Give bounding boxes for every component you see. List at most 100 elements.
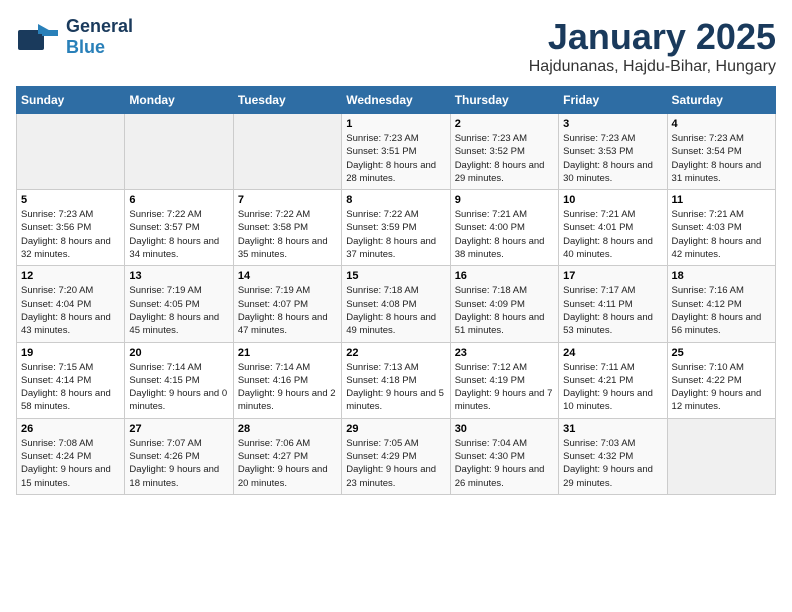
day-number: 24 (563, 347, 662, 359)
day-info: Sunrise: 7:05 AMSunset: 4:29 PMDaylight:… (346, 437, 445, 490)
day-info: Sunrise: 7:16 AMSunset: 4:12 PMDaylight:… (672, 284, 771, 337)
calendar-title-area: January 2025 Hajdunanas, Hajdu-Bihar, Hu… (529, 16, 776, 76)
day-info: Sunrise: 7:11 AMSunset: 4:21 PMDaylight:… (563, 361, 662, 414)
day-info: Sunrise: 7:23 AMSunset: 3:53 PMDaylight:… (563, 132, 662, 185)
calendar-cell: 14 Sunrise: 7:19 AMSunset: 4:07 PMDayligh… (233, 266, 341, 342)
calendar-cell: 10 Sunrise: 7:21 AMSunset: 4:01 PMDayligh… (559, 190, 667, 266)
day-of-week-header: Wednesday (342, 87, 450, 114)
day-number: 26 (21, 423, 120, 435)
day-info: Sunrise: 7:03 AMSunset: 4:32 PMDaylight:… (563, 437, 662, 490)
day-number: 7 (238, 194, 337, 206)
calendar-cell: 29 Sunrise: 7:05 AMSunset: 4:29 PMDayligh… (342, 418, 450, 494)
calendar-subtitle: Hajdunanas, Hajdu-Bihar, Hungary (529, 58, 776, 76)
day-number: 9 (455, 194, 554, 206)
calendar-cell: 11Sunrise: 7:21 AMSunset: 4:03 PMDayligh… (667, 190, 775, 266)
calendar-cell: 9 Sunrise: 7:21 AMSunset: 4:00 PMDaylight… (450, 190, 558, 266)
calendar-cell: 1Sunrise: 7:23 AMSunset: 3:51 PMDaylight… (342, 114, 450, 190)
calendar-cell: 30 Sunrise: 7:04 AMSunset: 4:30 PMDayligh… (450, 418, 558, 494)
day-info: Sunrise: 7:07 AMSunset: 4:26 PMDaylight:… (129, 437, 228, 490)
day-info: Sunrise: 7:12 AMSunset: 4:19 PMDaylight:… (455, 361, 554, 414)
day-number: 4 (672, 118, 771, 130)
day-number: 1 (346, 118, 445, 130)
calendar-cell (667, 418, 775, 494)
calendar-cell: 25 Sunrise: 7:10 AMSunset: 4:22 PMDayligh… (667, 342, 775, 418)
calendar-week-row: 1Sunrise: 7:23 AMSunset: 3:51 PMDaylight… (17, 114, 776, 190)
day-info: Sunrise: 7:06 AMSunset: 4:27 PMDaylight:… (238, 437, 337, 490)
calendar-cell: 6Sunrise: 7:22 AMSunset: 3:57 PMDaylight… (125, 190, 233, 266)
calendar-cell: 5Sunrise: 7:23 AMSunset: 3:56 PMDaylight… (17, 190, 125, 266)
day-number: 21 (238, 347, 337, 359)
day-number: 17 (563, 270, 662, 282)
day-number: 2 (455, 118, 554, 130)
day-number: 14 (238, 270, 337, 282)
day-info: Sunrise: 7:13 AMSunset: 4:18 PMDaylight:… (346, 361, 445, 414)
day-number: 12 (21, 270, 120, 282)
calendar-cell: 26 Sunrise: 7:08 AMSunset: 4:24 PMDayligh… (17, 418, 125, 494)
day-of-week-header: Friday (559, 87, 667, 114)
day-number: 11 (672, 194, 771, 206)
calendar-week-row: 19Sunrise: 7:15 AMSunset: 4:14 PMDayligh… (17, 342, 776, 418)
calendar-cell: 18 Sunrise: 7:16 AMSunset: 4:12 PMDayligh… (667, 266, 775, 342)
day-info: Sunrise: 7:20 AMSunset: 4:04 PMDaylight:… (21, 284, 120, 337)
calendar-cell (233, 114, 341, 190)
day-info: Sunrise: 7:19 AMSunset: 4:05 PMDaylight:… (129, 284, 228, 337)
day-number: 3 (563, 118, 662, 130)
day-number: 16 (455, 270, 554, 282)
calendar-cell: 3 Sunrise: 7:23 AMSunset: 3:53 PMDaylight… (559, 114, 667, 190)
calendar-cell: 27Sunrise: 7:07 AMSunset: 4:26 PMDayligh… (125, 418, 233, 494)
day-of-week-header: Tuesday (233, 87, 341, 114)
day-info: Sunrise: 7:18 AMSunset: 4:08 PMDaylight:… (346, 284, 445, 337)
calendar-cell: 12 Sunrise: 7:20 AMSunset: 4:04 PMDayligh… (17, 266, 125, 342)
day-info: Sunrise: 7:21 AMSunset: 4:01 PMDaylight:… (563, 208, 662, 261)
day-info: Sunrise: 7:10 AMSunset: 4:22 PMDaylight:… (672, 361, 771, 414)
logo-icon (16, 22, 60, 52)
day-of-week-header: Sunday (17, 87, 125, 114)
day-info: Sunrise: 7:21 AMSunset: 4:00 PMDaylight:… (455, 208, 554, 261)
day-info: Sunrise: 7:23 AMSunset: 3:56 PMDaylight:… (21, 208, 120, 261)
day-number: 29 (346, 423, 445, 435)
logo-blue: Blue (66, 37, 105, 57)
day-number: 25 (672, 347, 771, 359)
day-info: Sunrise: 7:19 AMSunset: 4:07 PMDaylight:… (238, 284, 337, 337)
day-info: Sunrise: 7:14 AMSunset: 4:15 PMDaylight:… (129, 361, 228, 414)
day-info: Sunrise: 7:14 AMSunset: 4:16 PMDaylight:… (238, 361, 337, 414)
day-info: Sunrise: 7:22 AMSunset: 3:59 PMDaylight:… (346, 208, 445, 261)
day-of-week-header: Monday (125, 87, 233, 114)
day-number: 28 (238, 423, 337, 435)
calendar-week-row: 26 Sunrise: 7:08 AMSunset: 4:24 PMDayligh… (17, 418, 776, 494)
day-number: 19 (21, 347, 120, 359)
calendar-cell: 16Sunrise: 7:18 AMSunset: 4:09 PMDayligh… (450, 266, 558, 342)
calendar-cell: 31 Sunrise: 7:03 AMSunset: 4:32 PMDayligh… (559, 418, 667, 494)
day-number: 6 (129, 194, 228, 206)
day-number: 20 (129, 347, 228, 359)
calendar-cell: 20 Sunrise: 7:14 AMSunset: 4:15 PMDayligh… (125, 342, 233, 418)
day-info: Sunrise: 7:08 AMSunset: 4:24 PMDaylight:… (21, 437, 120, 490)
day-number: 22 (346, 347, 445, 359)
logo-general: General (66, 16, 133, 36)
calendar-cell: 17Sunrise: 7:17 AMSunset: 4:11 PMDayligh… (559, 266, 667, 342)
day-number: 18 (672, 270, 771, 282)
calendar-week-row: 5Sunrise: 7:23 AMSunset: 3:56 PMDaylight… (17, 190, 776, 266)
calendar-header-row: SundayMondayTuesdayWednesdayThursdayFrid… (17, 87, 776, 114)
day-number: 8 (346, 194, 445, 206)
calendar-cell: 23Sunrise: 7:12 AMSunset: 4:19 PMDayligh… (450, 342, 558, 418)
calendar-cell: 13 Sunrise: 7:19 AMSunset: 4:05 PMDayligh… (125, 266, 233, 342)
calendar-cell: 7Sunrise: 7:22 AMSunset: 3:58 PMDaylight… (233, 190, 341, 266)
calendar-cell (125, 114, 233, 190)
day-number: 15 (346, 270, 445, 282)
calendar-cell: 21 Sunrise: 7:14 AMSunset: 4:16 PMDayligh… (233, 342, 341, 418)
day-info: Sunrise: 7:04 AMSunset: 4:30 PMDaylight:… (455, 437, 554, 490)
logo: General Blue (16, 16, 133, 58)
calendar-cell: 22 Sunrise: 7:13 AMSunset: 4:18 PMDayligh… (342, 342, 450, 418)
calendar-cell: 2Sunrise: 7:23 AMSunset: 3:52 PMDaylight… (450, 114, 558, 190)
day-number: 31 (563, 423, 662, 435)
calendar-cell (17, 114, 125, 190)
day-of-week-header: Thursday (450, 87, 558, 114)
calendar-cell: 19Sunrise: 7:15 AMSunset: 4:14 PMDayligh… (17, 342, 125, 418)
day-number: 13 (129, 270, 228, 282)
day-info: Sunrise: 7:23 AMSunset: 3:54 PMDaylight:… (672, 132, 771, 185)
calendar-week-row: 12 Sunrise: 7:20 AMSunset: 4:04 PMDayligh… (17, 266, 776, 342)
calendar-cell: 4 Sunrise: 7:23 AMSunset: 3:54 PMDaylight… (667, 114, 775, 190)
day-number: 10 (563, 194, 662, 206)
day-number: 30 (455, 423, 554, 435)
